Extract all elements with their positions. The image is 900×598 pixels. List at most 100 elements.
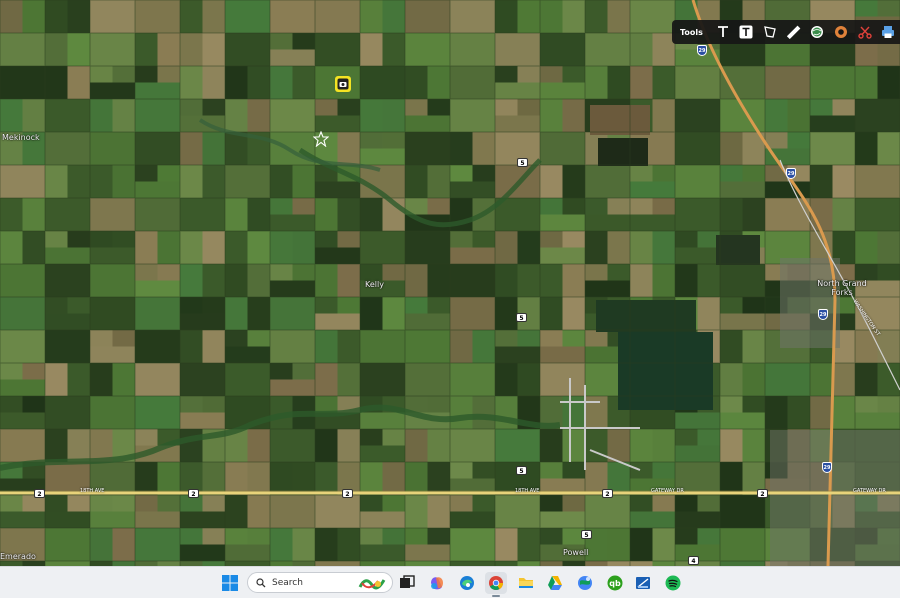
- farm-field: [720, 313, 765, 330]
- farm-field: [630, 495, 653, 512]
- farm-field: [90, 396, 135, 429]
- farm-field: [270, 379, 315, 396]
- farm-field: [270, 99, 315, 132]
- text-tool-icon[interactable]: [711, 21, 735, 43]
- farm-field: [787, 396, 810, 429]
- farm-field: [517, 99, 540, 116]
- photo-marker-icon[interactable]: [335, 76, 351, 92]
- satellite-map[interactable]: Mekinock Kelly North Grand Forks Emerado…: [0, 0, 900, 566]
- farm-field: [247, 429, 270, 462]
- place-label-emerado: Emerado: [0, 552, 36, 561]
- google-earth-icon[interactable]: [574, 572, 596, 594]
- farm-field: [742, 363, 765, 396]
- farm-field: [180, 511, 225, 528]
- farm-field: [450, 247, 495, 264]
- farm-field: [427, 165, 450, 198]
- farm-field: [90, 297, 113, 330]
- star-marker-icon[interactable]: [313, 131, 329, 147]
- farm-field: [607, 528, 630, 561]
- route-5-shield: 5: [517, 158, 528, 167]
- edge-browser-icon[interactable]: [456, 572, 478, 594]
- farm-field: [517, 264, 540, 297]
- farm-field: [247, 297, 270, 330]
- farm-field: [337, 429, 360, 462]
- farm-field: [135, 66, 158, 83]
- snipping-tool-icon[interactable]: [632, 572, 654, 594]
- farm-field: [382, 429, 405, 446]
- toolbar-label: Tools: [680, 27, 703, 37]
- farm-field: [832, 396, 855, 429]
- farm-field: [202, 297, 225, 314]
- farm-field: [562, 198, 585, 215]
- print-tool-icon[interactable]: [876, 21, 900, 43]
- farm-field: [742, 198, 765, 231]
- farm-field: [495, 115, 540, 132]
- ruler-tool-icon[interactable]: [782, 21, 806, 43]
- farm-field: [270, 0, 315, 33]
- interstate-29-shield: 29: [786, 168, 796, 179]
- farm-field: [675, 198, 720, 231]
- farm-field: [832, 363, 855, 396]
- farm-field: [495, 0, 518, 33]
- farm-field: [292, 33, 315, 50]
- farm-field: [337, 132, 360, 165]
- farm-field: [202, 330, 225, 363]
- farm-field: [67, 363, 90, 396]
- farm-field: [225, 165, 270, 198]
- copilot-icon[interactable]: [426, 572, 448, 594]
- google-drive-icon[interactable]: [544, 572, 566, 594]
- farm-field: [360, 462, 383, 495]
- farm-field: [360, 297, 383, 330]
- farm-field: [202, 165, 225, 198]
- farm-field: [135, 528, 180, 561]
- farm-field: [450, 33, 495, 66]
- circle-tool-icon[interactable]: [829, 21, 853, 43]
- farm-field: [652, 495, 675, 512]
- taskbar-search[interactable]: Search: [247, 572, 393, 593]
- farm-field: [450, 495, 473, 512]
- farm-field: [405, 264, 428, 297]
- farm-field: [360, 231, 405, 264]
- file-explorer-icon[interactable]: [515, 572, 537, 594]
- spotify-icon[interactable]: [662, 572, 684, 594]
- farm-field: [292, 363, 315, 380]
- farm-field: [765, 99, 788, 132]
- farm-field: [67, 495, 90, 512]
- quickbooks-icon[interactable]: qb: [604, 572, 626, 594]
- farm-field: [405, 231, 450, 264]
- farm-field: [675, 247, 720, 264]
- farm-field: [427, 297, 450, 314]
- farm-field: [675, 66, 720, 99]
- farm-field: [540, 214, 585, 231]
- farm-field: [225, 264, 248, 297]
- farm-field: [697, 495, 720, 512]
- farm-field: [90, 231, 113, 248]
- globe-tool-icon[interactable]: [805, 21, 829, 43]
- farm-field: [90, 33, 135, 66]
- farm-field: [832, 99, 855, 116]
- farm-field: [382, 264, 405, 281]
- farm-field: [810, 165, 833, 198]
- farm-field: [67, 33, 90, 66]
- farm-field: [382, 297, 405, 330]
- farm-field: [855, 165, 900, 198]
- scissors-tool-icon[interactable]: [853, 21, 877, 43]
- farm-field: [90, 429, 113, 462]
- farm-field: [225, 33, 270, 66]
- polygon-tool-icon[interactable]: [758, 21, 782, 43]
- start-button-icon[interactable]: [219, 572, 241, 594]
- farm-field: [112, 330, 135, 347]
- chrome-browser-icon[interactable]: [485, 572, 507, 597]
- task-view-icon[interactable]: [396, 572, 418, 594]
- farm-field: [675, 528, 698, 545]
- farm-field: [450, 132, 473, 165]
- text-box-tool-icon[interactable]: [735, 21, 759, 43]
- farm-field: [202, 396, 225, 413]
- farm-field: [135, 198, 180, 231]
- farm-field: [315, 33, 360, 66]
- farm-field: [360, 198, 383, 231]
- farm-field: [382, 0, 405, 33]
- farm-field: [472, 231, 495, 248]
- satellite-imagery[interactable]: [0, 0, 900, 566]
- farm-field: [135, 132, 180, 165]
